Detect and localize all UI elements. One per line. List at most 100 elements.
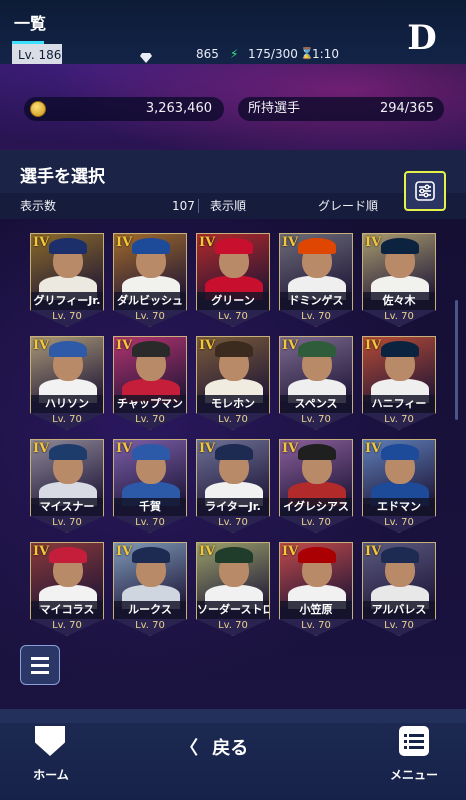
grade-badge: IV bbox=[199, 544, 216, 559]
player-card[interactable]: IV 佐々木 Lv. 70 bbox=[362, 233, 436, 327]
grade-badge: IV bbox=[282, 441, 299, 456]
grade-badge: IV bbox=[116, 338, 133, 353]
player-cap bbox=[215, 341, 253, 357]
gem-icon bbox=[140, 49, 152, 63]
count-label: 表示数 bbox=[20, 199, 57, 213]
sort-value[interactable]: グレード順 bbox=[318, 193, 378, 219]
home-plate-icon bbox=[35, 726, 65, 756]
player-level: Lv. 70 bbox=[31, 516, 103, 533]
home-label: ホーム bbox=[33, 768, 69, 782]
top-bar: 一覧 D Lv. 186 865 ⚡ 175/300 ⌛ 1:10 bbox=[0, 0, 466, 64]
resource-stats: 865 ⚡ 175/300 ⌛ 1:10 bbox=[66, 44, 466, 64]
player-card[interactable]: IV ハリソン Lv. 70 bbox=[30, 336, 104, 430]
player-cap bbox=[132, 341, 170, 357]
player-card[interactable]: IV チャップマン Lv. 70 bbox=[113, 336, 187, 430]
player-level: Lv. 70 bbox=[114, 413, 186, 430]
player-level: Lv. 70 bbox=[31, 310, 103, 327]
player-card[interactable]: IV ハニフィー Lv. 70 bbox=[362, 336, 436, 430]
player-level: Lv. 70 bbox=[280, 413, 352, 430]
player-level: Lv. 70 bbox=[363, 516, 435, 533]
list-icon-line bbox=[31, 664, 49, 667]
grade-badge: IV bbox=[365, 544, 382, 559]
player-name: アルバレス bbox=[363, 601, 435, 619]
player-cap bbox=[381, 341, 419, 357]
player-level: Lv. 70 bbox=[31, 619, 103, 636]
player-name: グリーン bbox=[197, 292, 269, 310]
menu-label: メニュー bbox=[389, 768, 438, 782]
player-card[interactable]: IV エドマン Lv. 70 bbox=[362, 439, 436, 533]
player-card[interactable]: IV マイスナー Lv. 70 bbox=[30, 439, 104, 533]
player-cap bbox=[381, 444, 419, 460]
player-name: ルークス bbox=[114, 601, 186, 619]
filter-settings-button[interactable] bbox=[404, 171, 446, 211]
list-view-button[interactable] bbox=[20, 645, 60, 685]
player-level: Lv. 70 bbox=[197, 516, 269, 533]
player-cap bbox=[215, 444, 253, 460]
grade-badge: IV bbox=[33, 235, 50, 250]
player-cap bbox=[49, 547, 87, 563]
player-name: ドミンゲス bbox=[280, 292, 352, 310]
coin-icon bbox=[30, 101, 46, 117]
chevron-left-icon: 〈 bbox=[180, 738, 198, 759]
player-card[interactable]: IV アルバレス Lv. 70 bbox=[362, 542, 436, 636]
gem-count: 865 bbox=[196, 47, 219, 61]
player-card[interactable]: IV ライターJr. Lv. 70 bbox=[196, 439, 270, 533]
player-card[interactable]: IV スペンス Lv. 70 bbox=[279, 336, 353, 430]
player-card[interactable]: IV ソーダーストロムLv. 70 bbox=[196, 542, 270, 636]
player-card[interactable]: IV イグレシアス Lv. 70 bbox=[279, 439, 353, 533]
player-cap bbox=[298, 238, 336, 254]
player-name: スペンス bbox=[280, 395, 352, 413]
player-cap bbox=[215, 238, 253, 254]
grade-badge: IV bbox=[33, 441, 50, 456]
player-level: Lv. 186 bbox=[12, 41, 62, 64]
player-level: Lv. 70 bbox=[280, 310, 352, 327]
owned-players: 所持選手 294/365 bbox=[238, 97, 444, 121]
player-name: マイコラス bbox=[31, 601, 103, 619]
player-cap bbox=[132, 444, 170, 460]
player-cap bbox=[381, 547, 419, 563]
player-level: Lv. 70 bbox=[363, 619, 435, 636]
player-cap bbox=[381, 238, 419, 254]
player-name: エドマン bbox=[363, 498, 435, 516]
player-level: Lv. 70 bbox=[280, 516, 352, 533]
player-card[interactable]: IV グリーン Lv. 70 bbox=[196, 233, 270, 327]
player-name: モレホン bbox=[197, 395, 269, 413]
player-level: Lv. 70 bbox=[114, 310, 186, 327]
player-card[interactable]: IV マイコラス Lv. 70 bbox=[30, 542, 104, 636]
back-button[interactable]: 〈 戻る bbox=[180, 736, 260, 762]
section-title: 選手を選択 bbox=[20, 167, 105, 187]
player-cap bbox=[298, 547, 336, 563]
player-cap bbox=[49, 444, 87, 460]
owned-value: 294/365 bbox=[379, 101, 434, 116]
player-name: グリフィーJr. bbox=[31, 292, 103, 310]
player-level: Lv. 70 bbox=[31, 413, 103, 430]
grade-badge: IV bbox=[199, 235, 216, 250]
player-card[interactable]: IV モレホン Lv. 70 bbox=[196, 336, 270, 430]
player-name: マイスナー bbox=[31, 498, 103, 516]
player-card[interactable]: IV ドミンゲス Lv. 70 bbox=[279, 233, 353, 327]
player-level: Lv. 70 bbox=[114, 619, 186, 636]
scrollbar[interactable] bbox=[455, 300, 458, 420]
player-card[interactable]: IV 小笠原 Lv. 70 bbox=[279, 542, 353, 636]
menu-button[interactable]: メニュー bbox=[386, 726, 442, 786]
grade-badge: IV bbox=[33, 338, 50, 353]
player-name: イグレシアス bbox=[280, 498, 352, 516]
player-card-grid: IV グリフィーJr. Lv. 70 IV ダルビッシュ Lv. 70 IV グリーン Lv. … bbox=[0, 219, 466, 709]
player-card[interactable]: IV ダルビッシュ Lv. 70 bbox=[113, 233, 187, 327]
sort-label[interactable]: 表示順 bbox=[210, 193, 246, 219]
player-card[interactable]: IV グリフィーJr. Lv. 70 bbox=[30, 233, 104, 327]
player-level: Lv. 70 bbox=[363, 413, 435, 430]
grade-badge: IV bbox=[365, 441, 382, 456]
player-card[interactable]: IV 千賀 Lv. 70 bbox=[113, 439, 187, 533]
count-value: 107 bbox=[172, 199, 195, 213]
home-button[interactable]: ホーム bbox=[26, 726, 76, 786]
player-card[interactable]: IV ルークス Lv. 70 bbox=[113, 542, 187, 636]
player-cap bbox=[298, 444, 336, 460]
level-progress-bar bbox=[12, 41, 44, 44]
list-icon-line bbox=[31, 657, 49, 660]
grade-badge: IV bbox=[365, 235, 382, 250]
menu-icon bbox=[399, 726, 429, 756]
player-level: Lv. 70 bbox=[114, 516, 186, 533]
list-icon-line bbox=[31, 671, 49, 674]
player-level: Lv. 70 bbox=[197, 413, 269, 430]
